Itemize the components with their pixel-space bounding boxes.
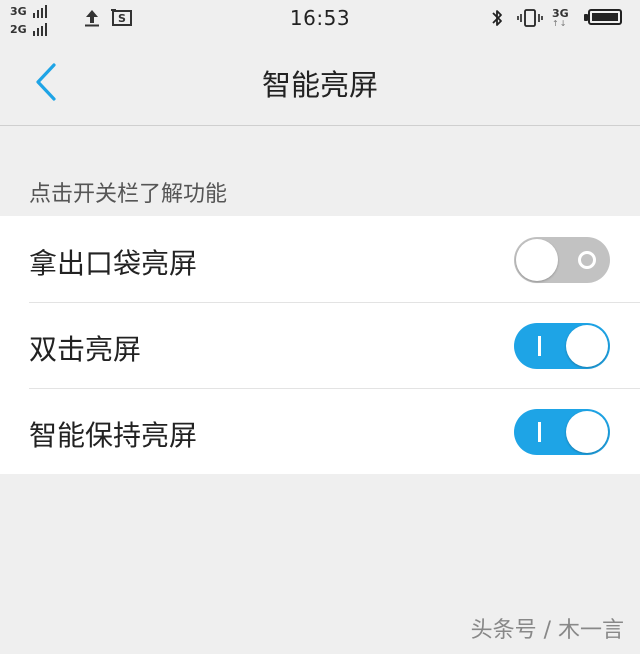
setting-row-smart-stay-on[interactable]: 智能保持亮屏	[0, 388, 640, 474]
toggle-knob	[566, 411, 608, 453]
page-title: 智能亮屏	[261, 68, 378, 102]
settings-list: 拿出口袋亮屏 双击亮屏 智能保持亮屏	[0, 216, 640, 474]
status-bar: 3G 2G S 16:53 3G ↑↓	[0, 0, 640, 38]
section-header: 点击开关栏了解功能	[29, 182, 228, 207]
toggle-knob	[566, 325, 608, 367]
double-tap-wake-toggle[interactable]	[514, 323, 610, 369]
battery-level	[592, 13, 618, 21]
watermark: 头条号 / 木一言	[470, 618, 624, 643]
mobile-data-indicator: 3G ↑↓	[552, 4, 569, 32]
vibrate-icon	[516, 8, 544, 28]
setting-label: 智能保持亮屏	[29, 419, 198, 452]
battery-body	[588, 9, 622, 25]
bluetooth-icon	[490, 8, 504, 28]
setting-label: 双击亮屏	[29, 333, 142, 366]
toggle-on-indicator-icon	[538, 422, 541, 442]
toggle-off-indicator-icon	[578, 251, 596, 269]
smart-stay-on-toggle[interactable]	[514, 409, 610, 455]
setting-label: 拿出口袋亮屏	[29, 247, 198, 280]
status-time: 16:53	[289, 6, 351, 30]
navigation-bar: 智能亮屏	[0, 38, 640, 126]
setting-row-pocket-wake[interactable]: 拿出口袋亮屏	[0, 216, 640, 302]
setting-row-double-tap-wake[interactable]: 双击亮屏	[0, 302, 640, 388]
battery-icon	[584, 9, 624, 27]
data-activity-arrows-icon: ↑↓	[552, 19, 568, 28]
toggle-knob	[516, 239, 558, 281]
pocket-wake-toggle[interactable]	[514, 237, 610, 283]
toggle-on-indicator-icon	[538, 336, 541, 356]
